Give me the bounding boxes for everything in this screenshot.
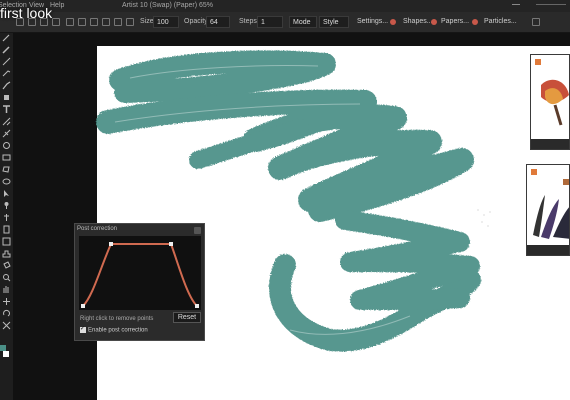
- window-title: Artist 10 (Swap) (Paper) 65%: [122, 2, 214, 9]
- move-tool-icon[interactable]: [2, 297, 11, 306]
- expand-icon[interactable]: [532, 18, 540, 26]
- opacity-field[interactable]: 64: [206, 16, 230, 28]
- papers-button[interactable]: Papers...: [441, 16, 469, 28]
- hand-tool-icon[interactable]: [2, 285, 11, 294]
- size-field[interactable]: 100: [153, 16, 179, 28]
- steps-label: Steps: [239, 18, 257, 25]
- airbrush-tool-icon[interactable]: [2, 69, 11, 78]
- stamp-tool-icon[interactable]: [2, 249, 11, 258]
- shapes-dot-icon: [390, 19, 396, 25]
- blur-tool-icon[interactable]: [2, 141, 11, 150]
- panel-hint: Right click to remove points: [80, 316, 154, 322]
- steps-field[interactable]: 1: [257, 16, 283, 28]
- window-slider[interactable]: [536, 4, 566, 5]
- secondary-color-swatch[interactable]: [3, 351, 9, 357]
- lasso-tool-icon[interactable]: [2, 165, 11, 174]
- mode-dropdown[interactable]: Mode: [289, 16, 317, 28]
- correction-curve-editor[interactable]: [79, 236, 201, 310]
- paint-bucket-tool-icon[interactable]: [2, 93, 11, 102]
- settings-button[interactable]: Settings...: [357, 16, 388, 28]
- curve-point-3: [169, 242, 173, 246]
- papers-dot-icon: [431, 19, 437, 25]
- rectangle-tool-icon[interactable]: [2, 153, 11, 162]
- particles-button[interactable]: Particles...: [484, 16, 517, 28]
- toolbar: Size 100 Opacity 64 Steps 1 Mode Style S…: [0, 12, 570, 33]
- enable-post-correction-label: Enable post correction: [88, 327, 148, 334]
- preset-preview-image: [535, 59, 569, 126]
- clone-tool-icon[interactable]: [2, 225, 11, 234]
- curve-point-1: [81, 304, 85, 308]
- shapes-button[interactable]: Shapes...: [403, 16, 433, 28]
- grid-icon[interactable]: [126, 18, 134, 26]
- knife-tool-icon[interactable]: [2, 81, 11, 90]
- preset-card-footer-2: [527, 245, 569, 255]
- preset-card-footer: [531, 139, 569, 149]
- eyedropper-tool-icon[interactable]: [2, 201, 11, 210]
- transform-tool-icon[interactable]: [2, 321, 11, 330]
- preset-preview-image-2: [531, 169, 569, 239]
- particles-dot-icon: [472, 19, 478, 25]
- select-tool-icon[interactable]: [2, 189, 11, 198]
- pencil-tool-icon[interactable]: [2, 57, 11, 66]
- text-tool-icon[interactable]: [2, 105, 11, 114]
- reset-button[interactable]: Reset: [173, 312, 201, 323]
- ellipse-tool-icon[interactable]: [2, 177, 11, 186]
- style-dropdown[interactable]: Style: [319, 16, 349, 28]
- eraser-tool-icon[interactable]: [2, 129, 11, 138]
- zoom-tool-icon[interactable]: [2, 273, 11, 282]
- menu-item-help[interactable]: Help: [50, 0, 64, 12]
- kaleido-icon[interactable]: [78, 18, 86, 26]
- bucket-tool-icon[interactable]: [2, 261, 11, 270]
- pin-tool-icon[interactable]: [2, 213, 11, 222]
- opacity-label: Opacity: [184, 18, 208, 25]
- curve-point-4: [195, 304, 199, 308]
- enable-post-correction-checkbox[interactable]: [80, 325, 86, 333]
- paper-icon[interactable]: [52, 18, 60, 26]
- rotate-icon[interactable]: [90, 18, 98, 26]
- brush-tool-icon[interactable]: [2, 45, 11, 54]
- size-label: Size: [140, 18, 154, 25]
- flip-icon[interactable]: [102, 18, 110, 26]
- curve-point-2: [109, 242, 113, 246]
- guide-icon[interactable]: [114, 18, 122, 26]
- preset-card-flowers[interactable]: [530, 54, 570, 150]
- video-overlay-title: first look: [0, 5, 53, 21]
- panel-title: Post correction: [77, 226, 118, 232]
- menu-bar: Selection View Help Artist 10 (Swap) (Pa…: [0, 0, 570, 12]
- enable-post-correction-row[interactable]: Enable post correction: [80, 325, 148, 334]
- pen-tool-icon[interactable]: [2, 33, 11, 42]
- minimize-icon[interactable]: [512, 4, 520, 5]
- rotate-tool-icon[interactable]: [2, 309, 11, 318]
- gradient-tool-icon[interactable]: [2, 237, 11, 246]
- preset-card-feathers[interactable]: [526, 164, 570, 256]
- smudge-tool-icon[interactable]: [2, 117, 11, 126]
- post-correction-panel: Post correction Right click to remove po…: [74, 223, 205, 341]
- close-icon[interactable]: [194, 227, 201, 234]
- mirror-icon[interactable]: [66, 18, 74, 26]
